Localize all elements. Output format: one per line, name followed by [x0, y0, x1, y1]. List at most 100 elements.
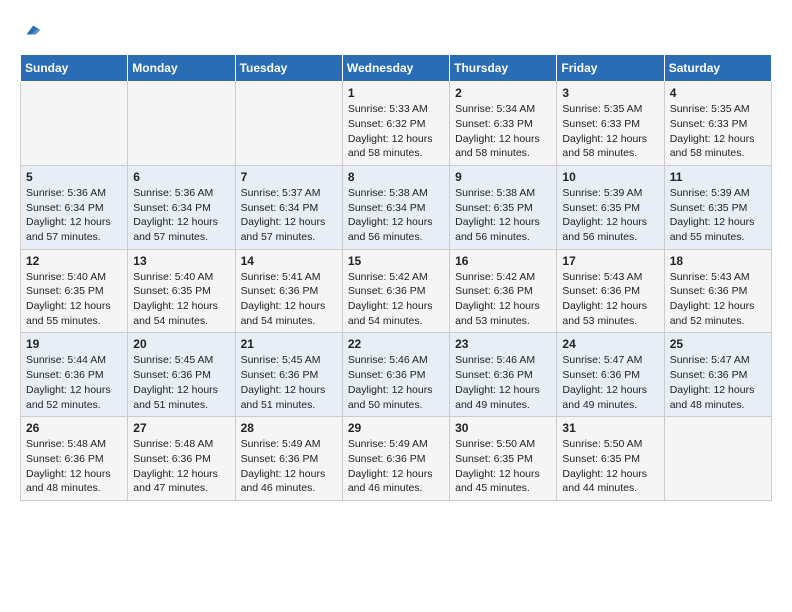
day-number: 8	[348, 170, 444, 184]
calendar-cell: 18 Sunrise: 5:43 AMSunset: 6:36 PMDayligh…	[664, 249, 771, 333]
calendar-cell: 13Sunrise: 5:40 AMSunset: 6:35 PMDayligh…	[128, 249, 235, 333]
calendar-cell: 6 Sunrise: 5:36 AMSunset: 6:34 PMDaylight…	[128, 165, 235, 249]
week-row-5: 26Sunrise: 5:48 AMSunset: 6:36 PMDayligh…	[21, 417, 772, 501]
calendar-cell: 17 Sunrise: 5:43 AMSunset: 6:36 PMDayligh…	[557, 249, 664, 333]
cell-content: Sunrise: 5:38 AMSunset: 6:35 PMDaylight:…	[455, 186, 551, 245]
day-number: 27	[133, 421, 229, 435]
day-number: 19	[26, 337, 122, 351]
calendar-cell: 5Sunrise: 5:36 AMSunset: 6:34 PMDaylight…	[21, 165, 128, 249]
day-number: 11	[670, 170, 766, 184]
cell-content: Sunrise: 5:46 AMSunset: 6:36 PMDaylight:…	[348, 353, 444, 412]
cell-content: Sunrise: 5:42 AMSunset: 6:36 PMDaylight:…	[455, 270, 551, 329]
calendar-cell: 20 Sunrise: 5:45 AMSunset: 6:36 PMDayligh…	[128, 333, 235, 417]
cell-content: Sunrise: 5:49 AMSunset: 6:36 PMDaylight:…	[348, 437, 444, 496]
calendar-cell: 16 Sunrise: 5:42 AMSunset: 6:36 PMDayligh…	[450, 249, 557, 333]
week-row-3: 12Sunrise: 5:40 AMSunset: 6:35 PMDayligh…	[21, 249, 772, 333]
day-number: 5	[26, 170, 122, 184]
cell-content: Sunrise: 5:45 AMSunset: 6:36 PMDaylight:…	[241, 353, 337, 412]
day-number: 24	[562, 337, 658, 351]
cell-content: Sunrise: 5:38 AMSunset: 6:34 PMDaylight:…	[348, 186, 444, 245]
day-number: 20	[133, 337, 229, 351]
day-number: 21	[241, 337, 337, 351]
cell-content: Sunrise: 5:42 AMSunset: 6:36 PMDaylight:…	[348, 270, 444, 329]
day-header-saturday: Saturday	[664, 55, 771, 82]
calendar-cell: 9 Sunrise: 5:38 AMSunset: 6:35 PMDaylight…	[450, 165, 557, 249]
day-number: 4	[670, 86, 766, 100]
header	[20, 20, 772, 44]
calendar-cell: 15Sunrise: 5:42 AMSunset: 6:36 PMDayligh…	[342, 249, 449, 333]
calendar-cell	[664, 417, 771, 501]
day-number: 23	[455, 337, 551, 351]
day-number: 1	[348, 86, 444, 100]
calendar-cell: 31Sunrise: 5:50 AMSunset: 6:35 PMDayligh…	[557, 417, 664, 501]
day-number: 28	[241, 421, 337, 435]
calendar-cell: 30 Sunrise: 5:50 AMSunset: 6:35 PMDayligh…	[450, 417, 557, 501]
cell-content: Sunrise: 5:39 AMSunset: 6:35 PMDaylight:…	[562, 186, 658, 245]
day-number: 10	[562, 170, 658, 184]
cell-content: Sunrise: 5:47 AMSunset: 6:36 PMDaylight:…	[562, 353, 658, 412]
cell-content: Sunrise: 5:50 AMSunset: 6:35 PMDaylight:…	[455, 437, 551, 496]
calendar-cell: 21 Sunrise: 5:45 AMSunset: 6:36 PMDayligh…	[235, 333, 342, 417]
day-number: 30	[455, 421, 551, 435]
cell-content: Sunrise: 5:34 AMSunset: 6:33 PMDaylight:…	[455, 102, 551, 161]
calendar-cell: 26Sunrise: 5:48 AMSunset: 6:36 PMDayligh…	[21, 417, 128, 501]
cell-content: Sunrise: 5:35 AMSunset: 6:33 PMDaylight:…	[670, 102, 766, 161]
day-header-sunday: Sunday	[21, 55, 128, 82]
calendar-cell: 27 Sunrise: 5:48 AMSunset: 6:36 PMDayligh…	[128, 417, 235, 501]
cell-content: Sunrise: 5:45 AMSunset: 6:36 PMDaylight:…	[133, 353, 229, 412]
week-row-1: 1 Sunrise: 5:33 AMSunset: 6:32 PMDaylight…	[21, 82, 772, 166]
cell-content: Sunrise: 5:35 AMSunset: 6:33 PMDaylight:…	[562, 102, 658, 161]
cell-content: Sunrise: 5:50 AMSunset: 6:35 PMDaylight:…	[562, 437, 658, 496]
day-number: 22	[348, 337, 444, 351]
calendar-cell: 14 Sunrise: 5:41 AMSunset: 6:36 PMDayligh…	[235, 249, 342, 333]
day-number: 6	[133, 170, 229, 184]
calendar-cell: 28 Sunrise: 5:49 AMSunset: 6:36 PMDayligh…	[235, 417, 342, 501]
cell-content: Sunrise: 5:37 AMSunset: 6:34 PMDaylight:…	[241, 186, 337, 245]
cell-content: Sunrise: 5:48 AMSunset: 6:36 PMDaylight:…	[26, 437, 122, 496]
day-number: 7	[241, 170, 337, 184]
page: SundayMondayTuesdayWednesdayThursdayFrid…	[0, 0, 792, 521]
logo	[20, 20, 40, 44]
week-row-4: 19Sunrise: 5:44 AMSunset: 6:36 PMDayligh…	[21, 333, 772, 417]
calendar-cell: 29 Sunrise: 5:49 AMSunset: 6:36 PMDayligh…	[342, 417, 449, 501]
cell-content: Sunrise: 5:43 AMSunset: 6:36 PMDaylight:…	[562, 270, 658, 329]
day-number: 12	[26, 254, 122, 268]
calendar-cell: 4 Sunrise: 5:35 AMSunset: 6:33 PMDaylight…	[664, 82, 771, 166]
cell-content: Sunrise: 5:39 AMSunset: 6:35 PMDaylight:…	[670, 186, 766, 245]
calendar-cell: 10 Sunrise: 5:39 AMSunset: 6:35 PMDayligh…	[557, 165, 664, 249]
calendar-cell	[235, 82, 342, 166]
calendar-cell: 7 Sunrise: 5:37 AMSunset: 6:34 PMDaylight…	[235, 165, 342, 249]
day-header-monday: Monday	[128, 55, 235, 82]
day-number: 18	[670, 254, 766, 268]
calendar-cell	[128, 82, 235, 166]
day-number: 17	[562, 254, 658, 268]
calendar-cell: 11 Sunrise: 5:39 AMSunset: 6:35 PMDayligh…	[664, 165, 771, 249]
cell-content: Sunrise: 5:41 AMSunset: 6:36 PMDaylight:…	[241, 270, 337, 329]
calendar-cell: 24 Sunrise: 5:47 AMSunset: 6:36 PMDayligh…	[557, 333, 664, 417]
day-header-tuesday: Tuesday	[235, 55, 342, 82]
calendar-table: SundayMondayTuesdayWednesdayThursdayFrid…	[20, 54, 772, 501]
calendar-cell: 22 Sunrise: 5:46 AMSunset: 6:36 PMDayligh…	[342, 333, 449, 417]
cell-content: Sunrise: 5:33 AMSunset: 6:32 PMDaylight:…	[348, 102, 444, 161]
day-header-wednesday: Wednesday	[342, 55, 449, 82]
cell-content: Sunrise: 5:48 AMSunset: 6:36 PMDaylight:…	[133, 437, 229, 496]
cell-content: Sunrise: 5:43 AMSunset: 6:36 PMDaylight:…	[670, 270, 766, 329]
cell-content: Sunrise: 5:47 AMSunset: 6:36 PMDaylight:…	[670, 353, 766, 412]
cell-content: Sunrise: 5:36 AMSunset: 6:34 PMDaylight:…	[133, 186, 229, 245]
cell-content: Sunrise: 5:49 AMSunset: 6:36 PMDaylight:…	[241, 437, 337, 496]
day-number: 14	[241, 254, 337, 268]
cell-content: Sunrise: 5:46 AMSunset: 6:36 PMDaylight:…	[455, 353, 551, 412]
calendar-cell: 25Sunrise: 5:47 AMSunset: 6:36 PMDayligh…	[664, 333, 771, 417]
calendar-cell: 1 Sunrise: 5:33 AMSunset: 6:32 PMDaylight…	[342, 82, 449, 166]
day-number: 16	[455, 254, 551, 268]
day-number: 2	[455, 86, 551, 100]
day-number: 9	[455, 170, 551, 184]
calendar-cell: 19Sunrise: 5:44 AMSunset: 6:36 PMDayligh…	[21, 333, 128, 417]
calendar-cell: 23 Sunrise: 5:46 AMSunset: 6:36 PMDayligh…	[450, 333, 557, 417]
logo-icon	[22, 21, 40, 39]
calendar-cell: 2 Sunrise: 5:34 AMSunset: 6:33 PMDaylight…	[450, 82, 557, 166]
day-number: 29	[348, 421, 444, 435]
calendar-cell: 3Sunrise: 5:35 AMSunset: 6:33 PMDaylight…	[557, 82, 664, 166]
calendar-cell	[21, 82, 128, 166]
calendar-cell: 12Sunrise: 5:40 AMSunset: 6:35 PMDayligh…	[21, 249, 128, 333]
